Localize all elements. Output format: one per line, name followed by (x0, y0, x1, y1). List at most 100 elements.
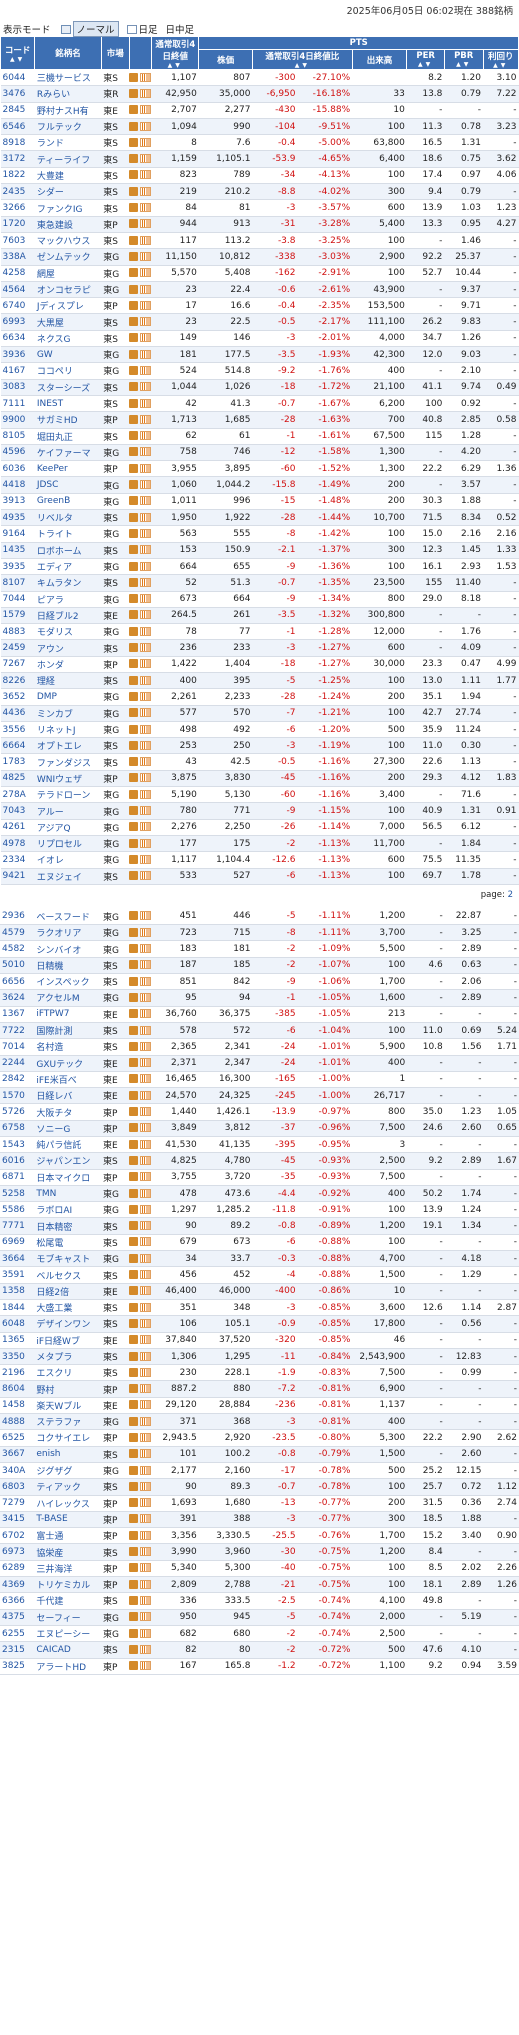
chart-icon[interactable] (140, 398, 152, 408)
chart-icon[interactable] (140, 1416, 152, 1426)
book-icon[interactable] (129, 1563, 139, 1573)
table-row[interactable]: 6525 コクサイエレ 東P 2,943.5 2,920 -23.5 -0.80% 5,300… (0, 1429, 519, 1447)
table-row[interactable]: 6969 松尾電 東S 679 673 -6 -0.88% 100- - - (0, 1234, 519, 1252)
stock-name[interactable]: GXUテック (34, 1055, 101, 1072)
chart-icon[interactable] (140, 927, 152, 937)
stock-code[interactable]: 2196 (0, 1364, 35, 1382)
stock-code[interactable]: 4375 (0, 1609, 35, 1626)
table-row[interactable]: 6993 大黒屋 東S 23 22.5 -0.5 -2.17% 111,100 26.2 9.83… (0, 313, 519, 331)
book-icon[interactable] (129, 871, 139, 881)
table-row[interactable]: 1720 東急建設 東P 944 913 -31 -3.28% 5,400 13.3 0.95 4.… (0, 216, 519, 233)
chart-icon[interactable] (140, 806, 152, 815)
table-row[interactable]: 5258 TMN 東G 478 473.6 -4.4 -0.92% 400 50.2 1.74- (0, 1185, 519, 1203)
book-icon[interactable] (129, 1302, 139, 1312)
stock-code[interactable]: 4258 (0, 265, 35, 282)
table-row[interactable]: 3652 DMP 東G 2,261 2,233 -28 -1.24% 200 35.1 1.94- (0, 688, 519, 706)
stock-name[interactable]: コクサイエレ (34, 1429, 101, 1447)
stock-code[interactable]: 6656 (0, 973, 35, 991)
stock-name[interactable]: INEST (34, 395, 102, 413)
book-icon[interactable] (129, 1025, 139, 1035)
chart-icon[interactable] (140, 1432, 152, 1442)
stock-name[interactable]: 野村ナスH有 (34, 102, 102, 119)
stock-code[interactable]: 6664 (0, 737, 35, 755)
chart-icon[interactable] (140, 594, 152, 604)
book-icon[interactable] (129, 1058, 139, 1068)
chart-icon[interactable] (140, 1530, 152, 1540)
chart-icon[interactable] (140, 496, 152, 506)
table-row[interactable]: 2315 CAICAD 東S 82 80 -2 -0.72% 500 47.6 4.10- (0, 1641, 519, 1659)
stock-code[interactable]: 6546 (0, 118, 35, 136)
book-icon[interactable] (129, 480, 139, 490)
stock-name[interactable]: ジグザグ (34, 1462, 101, 1480)
stock-code[interactable]: 278A (0, 786, 35, 804)
table-row[interactable]: 4825 WNIウェザ 東P 3,875 3,830 -45 -1.16% 200 29.3 4.… (0, 770, 519, 788)
book-icon[interactable] (129, 740, 139, 750)
stock-code[interactable]: 2435 (0, 183, 35, 201)
chart-icon[interactable] (140, 740, 152, 750)
col-yield-header[interactable]: 利回り ▲▼ (482, 49, 519, 70)
stock-name[interactable]: ロボホーム (34, 542, 102, 559)
stock-code[interactable]: 3652 (0, 688, 35, 706)
stock-name[interactable]: マックハウス (34, 232, 102, 250)
stock-name[interactable]: フルテック (34, 118, 102, 136)
stock-name[interactable]: 日本精密 (34, 1217, 101, 1235)
stock-code[interactable]: 8918 (0, 134, 35, 152)
stock-code[interactable]: 3667 (0, 1446, 35, 1463)
chart-icon[interactable] (140, 333, 152, 343)
book-icon[interactable] (129, 1123, 139, 1133)
stock-name[interactable]: 三井海洋 (34, 1560, 101, 1578)
chart-icon[interactable] (140, 1074, 152, 1084)
table-row[interactable]: 3936 GW 東G 181 177.5 -3.5 -1.93% 42,300 12.0 9.03… (0, 346, 519, 364)
stock-code[interactable]: 7267 (0, 656, 35, 673)
stock-code[interactable]: 4883 (0, 623, 35, 641)
stock-name[interactable]: リプロセル (34, 835, 102, 853)
col-close-header[interactable]: 通常取引4日終値 ▲▼ (151, 36, 200, 70)
book-icon[interactable] (129, 121, 139, 131)
stock-name[interactable]: ネクスG (34, 330, 102, 348)
table-row[interactable]: 3172 ティーライフ 東S 1,159 1,105.1 -53.9 -4.65% 6,400… (0, 150, 519, 168)
book-icon[interactable] (129, 854, 139, 864)
table-row[interactable]: 6758 ソニーG 東P 3,849 3,812 -37 -0.96% 7,500 24.6 2.… (0, 1120, 519, 1138)
table-row[interactable]: 9164 トライト 東G 563 555 -8 -1.42% 100 15.0 2.16 2.16 (0, 525, 519, 543)
chart-icon[interactable] (140, 1595, 152, 1605)
stock-code[interactable]: 2459 (0, 639, 35, 657)
stock-name[interactable]: イオレ (34, 851, 102, 869)
page-2-link[interactable]: 2 (508, 890, 513, 900)
stock-code[interactable]: 9421 (0, 868, 35, 885)
table-row[interactable]: 2936 ベースフード 東G 451 446 -5 -1.11% 1,200-22.87- (0, 908, 519, 926)
stock-code[interactable]: 1579 (0, 607, 35, 625)
chart-icon[interactable] (140, 365, 152, 375)
book-icon[interactable] (129, 251, 139, 261)
stock-name[interactable]: メタプラ (34, 1348, 101, 1366)
book-icon[interactable] (129, 1090, 139, 1100)
book-icon[interactable] (129, 1155, 139, 1165)
table-row[interactable]: 4582 シンバイオ 東G 183 181 -2 -1.09% 5,500-2.89- (0, 940, 519, 958)
chart-icon[interactable] (140, 382, 152, 392)
book-icon[interactable] (129, 398, 139, 408)
stock-name[interactable]: 名村造 (34, 1038, 101, 1056)
book-icon[interactable] (129, 806, 139, 815)
table-row[interactable]: 7014 名村造 東S 2,365 2,341 -24 -1.01% 5,900 10.8 1.5… (0, 1038, 519, 1056)
chart-icon[interactable] (140, 1270, 152, 1280)
stock-code[interactable]: 3083 (0, 379, 35, 396)
stock-code[interactable]: 3664 (0, 1250, 35, 1268)
table-row[interactable]: 1570 日経レバ 東E 24,570 24,325 -245 -1.00% 26,717- -… (0, 1087, 519, 1105)
chart-icon[interactable] (140, 72, 152, 82)
book-icon[interactable] (129, 1432, 139, 1442)
book-icon[interactable] (129, 1384, 139, 1394)
table-row[interactable]: 3935 エディア 東G 664 655 -9 -1.36% 100 16.1 2.93 1.53 (0, 558, 519, 576)
chart-icon[interactable] (140, 1579, 152, 1589)
stock-name[interactable]: ソニーG (34, 1120, 101, 1138)
table-row[interactable]: 6016 ジャパンエン 東S 4,825 4,780 -45 -0.93% 2,500 9.2 2… (0, 1152, 519, 1170)
table-row[interactable]: 6048 デザインワン 東S 106 105.1 -0.9 -0.85% 17,800-0.5… (0, 1315, 519, 1333)
chart-icon[interactable] (140, 349, 152, 359)
book-icon[interactable] (129, 496, 139, 506)
table-row[interactable]: 3476 Rみらい 東R 42,950 35,000 -6,950 -16.18% 33 13.… (0, 85, 519, 103)
table-row[interactable]: 4978 リプロセル 東G 177 175 -2 -1.13% 11,700-1.84- (0, 835, 519, 853)
chart-icon[interactable] (140, 757, 152, 767)
book-icon[interactable] (129, 1335, 139, 1345)
stock-code[interactable]: 9164 (0, 525, 35, 543)
book-icon[interactable] (129, 610, 139, 620)
table-row[interactable]: 6546 フルテック 東S 1,094 990 -104 -9.51% 100 11.3 0.78… (0, 118, 519, 136)
stock-name[interactable]: インスペック (34, 973, 101, 991)
